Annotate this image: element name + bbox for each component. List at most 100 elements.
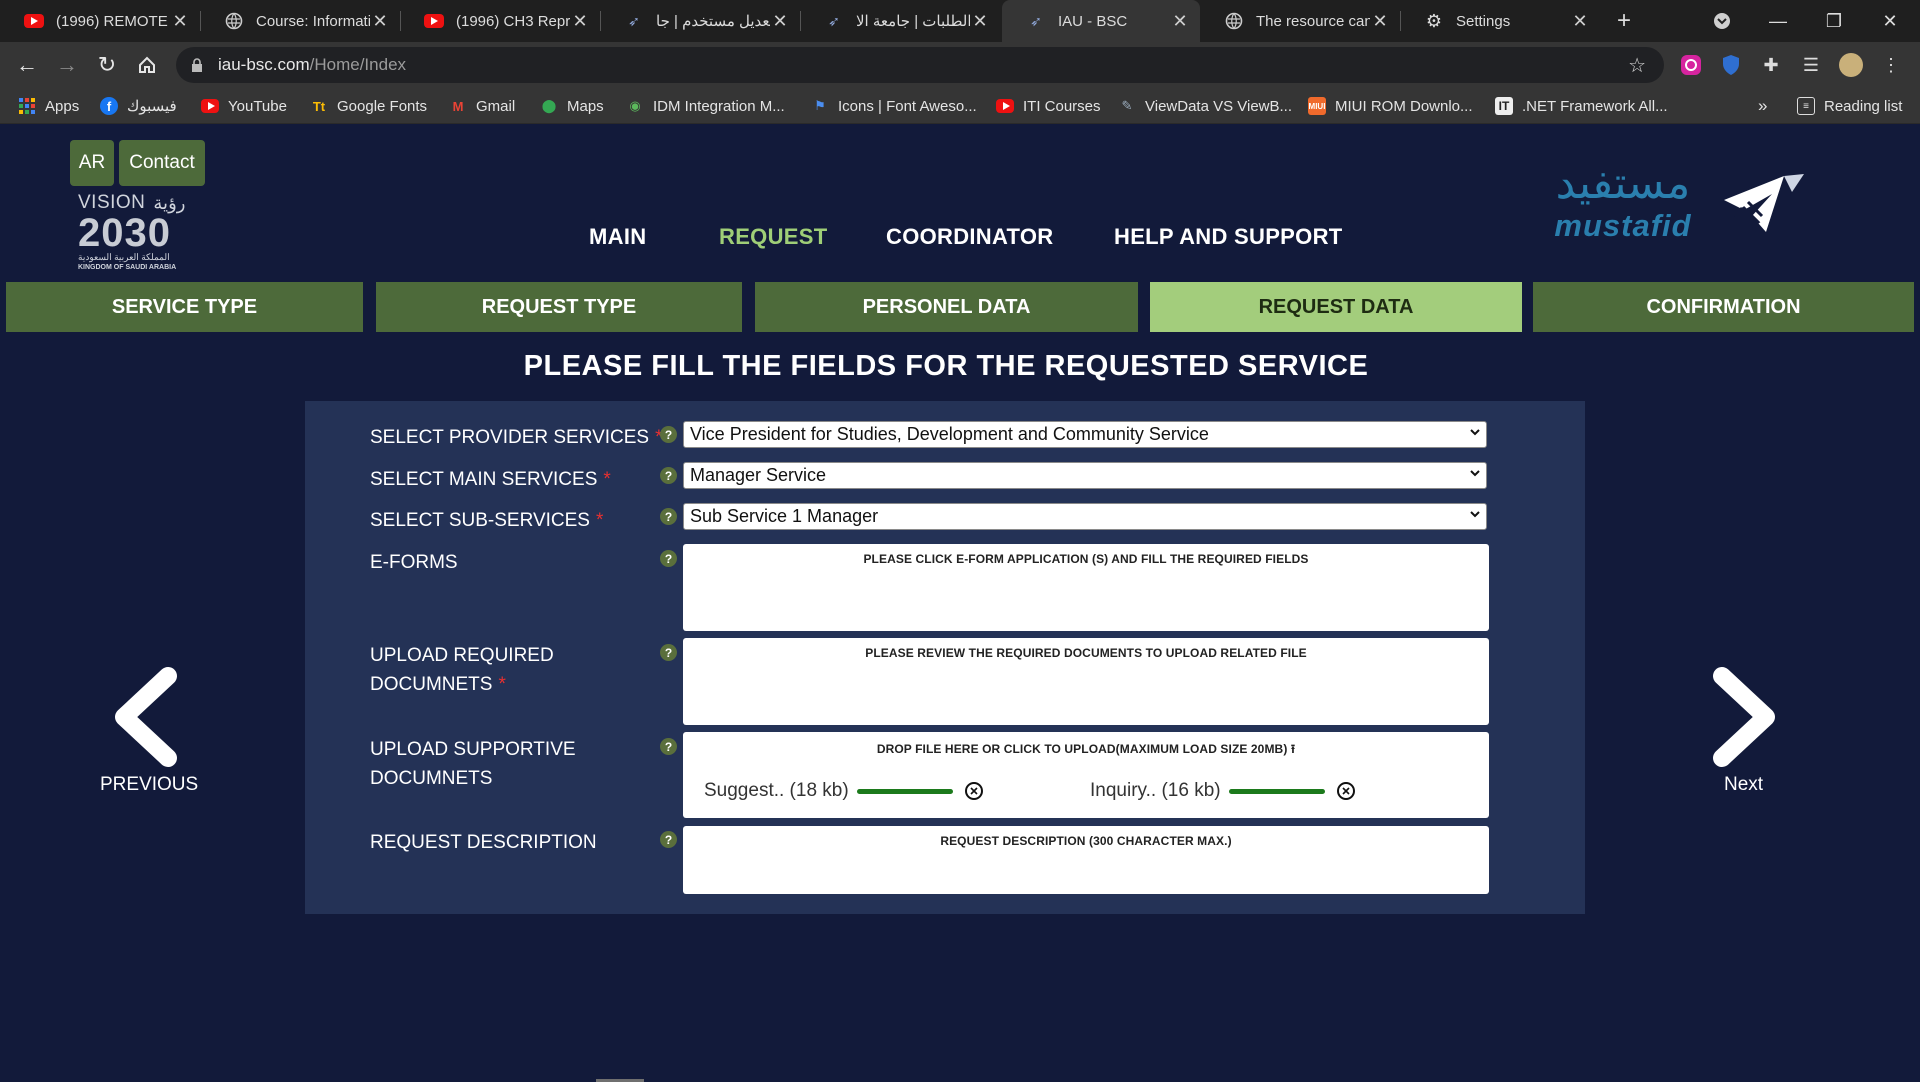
bookmark-viewdata[interactable]: ✎ ViewData VS ViewB... (1118, 88, 1292, 124)
shield-extension-icon[interactable] (1719, 53, 1743, 77)
youtube-icon (996, 97, 1014, 115)
upload-supportive-dropzone[interactable]: DROP FILE HERE OR CLICK TO UPLOAD(MAXIMU… (683, 732, 1489, 818)
nav-help-and-support[interactable]: HELP AND SUPPORT (1114, 224, 1343, 250)
close-tab-icon[interactable]: ✕ (170, 11, 190, 32)
minimize-icon[interactable]: — (1750, 0, 1806, 42)
next-chevron-icon[interactable] (1700, 662, 1790, 772)
youtube-icon (424, 11, 444, 31)
remove-file-icon[interactable] (1336, 782, 1355, 800)
sub-services-label: SELECT SUB-SERVICES * (370, 510, 604, 531)
eforms-box[interactable]: PLEASE CLICK E-FORM APPLICATION (S) AND … (683, 544, 1489, 631)
forward-arrow-icon[interactable]: → (52, 50, 82, 80)
media-queue-icon[interactable]: ☰ (1799, 53, 1823, 77)
browser-tab[interactable]: ➶ تعديل مستخدم | جا ✕ (600, 0, 800, 42)
instagram-extension-icon[interactable] (1679, 53, 1703, 77)
iau-icon: ➶ (828, 12, 840, 29)
help-icon[interactable]: ? (660, 550, 677, 567)
sub-services-select[interactable]: Sub Service 1 Manager (683, 503, 1487, 530)
bookmark-apps[interactable]: Apps (18, 88, 79, 124)
nav-main[interactable]: MAIN (589, 224, 646, 250)
close-tab-icon[interactable]: ✕ (570, 11, 590, 32)
page-content: AR Contact VISION رؤية 2030 المملكة العر… (0, 124, 1920, 1082)
bookmark-maps[interactable]: ⬤ Maps (540, 88, 604, 124)
request-description-label: REQUEST DESCRIPTION (370, 832, 597, 853)
browser-tab[interactable]: The resource cann ✕ (1200, 0, 1400, 42)
menu-kebab-icon[interactable]: ⋮ (1879, 53, 1903, 77)
new-tab-icon[interactable]: + (1596, 0, 1652, 42)
bookmark-google-fonts[interactable]: Tt Google Fonts (310, 88, 427, 124)
idm-icon: ◉ (629, 98, 641, 113)
upload-icon: ⭱ (1290, 742, 1296, 756)
step-request-data[interactable]: REQUEST DATA (1150, 282, 1522, 332)
close-tab-icon[interactable]: ✕ (370, 11, 390, 32)
lang-toggle-button[interactable]: AR (70, 140, 114, 186)
help-icon[interactable]: ? (660, 467, 677, 484)
request-description-textarea[interactable]: REQUEST DESCRIPTION (300 CHARACTER MAX.) (683, 826, 1489, 894)
close-tab-icon[interactable]: ✕ (1570, 11, 1590, 32)
step-personel-data[interactable]: PERSONEL DATA (755, 282, 1138, 332)
close-tab-icon[interactable]: ✕ (1170, 11, 1190, 32)
help-icon[interactable]: ? (660, 644, 677, 661)
browser-tab[interactable]: (1996) REMOTE SE ✕ (0, 0, 200, 42)
reload-icon[interactable]: ↻ (92, 50, 122, 80)
nav-request[interactable]: REQUEST (719, 224, 827, 250)
bookmark-font-awesome[interactable]: ⚑ Icons | Font Aweso... (811, 88, 977, 124)
previous-button[interactable]: PREVIOUS (100, 774, 198, 796)
bookmark-youtube[interactable]: YouTube (201, 88, 287, 124)
next-button[interactable]: Next (1724, 774, 1763, 796)
close-window-icon[interactable]: ✕ (1862, 0, 1918, 42)
address-bar[interactable]: iau-bsc.com/Home/Index ☆ (176, 47, 1664, 83)
browser-tab[interactable]: Course: Informatio ✕ (200, 0, 400, 42)
main-services-select[interactable]: Manager Service (683, 462, 1487, 489)
browser-tab[interactable]: ➶ الطلبات | جامعة الا ✕ (800, 0, 1000, 42)
step-confirmation[interactable]: CONFIRMATION (1533, 282, 1914, 332)
gear-icon: ⚙ (1425, 10, 1443, 31)
bookmark-facebook[interactable]: f فيسبوك (100, 88, 177, 124)
bookmark-idm[interactable]: ◉ IDM Integration M... (626, 88, 784, 124)
profile-avatar[interactable] (1839, 53, 1863, 77)
restore-icon[interactable]: ❐ (1806, 0, 1862, 42)
back-arrow-icon[interactable]: ← (12, 50, 42, 80)
close-tab-icon[interactable]: ✕ (1370, 11, 1390, 32)
nav-coordinator[interactable]: COORDINATOR (886, 224, 1053, 250)
browser-toolbar: ← → ↻ iau-bsc.com/Home/Index ☆ ✚ ☰ ⋮ (0, 42, 1920, 88)
upload-supportive-label: UPLOAD SUPPORTIVE DOCUMNETS (370, 739, 576, 789)
bookmark-iti-courses[interactable]: ITI Courses (996, 88, 1101, 124)
help-icon[interactable]: ? (660, 831, 677, 848)
provider-services-select[interactable]: Vice President for Studies, Development … (683, 421, 1487, 448)
contact-button[interactable]: Contact (119, 140, 205, 186)
iau-icon: ➶ (628, 12, 640, 29)
mustafid-emblem-icon (1724, 174, 1804, 232)
remove-file-icon[interactable] (964, 782, 983, 800)
chevron-down-icon (1470, 470, 1480, 477)
bookmark-gmail[interactable]: M Gmail (449, 88, 516, 124)
step-service-type[interactable]: SERVICE TYPE (6, 282, 363, 332)
upload-required-label: UPLOAD REQUIRED DOCUMNETS * (370, 645, 554, 695)
uploaded-file: Suggest.. (18 kb) (704, 780, 983, 802)
page-heading: PLEASE FILL THE FIELDS FOR THE REQUESTED… (523, 350, 1369, 382)
browser-tab-active[interactable]: ➶ IAU - BSC ✕ (1002, 0, 1200, 42)
bookmark-miui[interactable]: MIUI MIUI ROM Downlo... (1308, 88, 1473, 124)
maps-pin-icon: ⬤ (541, 98, 557, 113)
puzzle-extensions-icon[interactable]: ✚ (1759, 53, 1783, 77)
vision-2030-logo: VISION رؤية 2030 المملكة العربية السعودي… (78, 192, 186, 271)
previous-chevron-icon[interactable] (100, 662, 190, 772)
bookmark-star-icon[interactable]: ☆ (1628, 53, 1646, 78)
home-icon[interactable] (132, 50, 162, 80)
help-icon[interactable]: ? (660, 738, 677, 755)
browser-tab[interactable]: (1996) CH3 Repre ✕ (400, 0, 600, 42)
close-tab-icon[interactable]: ✕ (970, 11, 990, 32)
tab-search-icon[interactable] (1694, 0, 1750, 42)
bookmark-dotnet[interactable]: IT .NET Framework All... (1495, 88, 1668, 124)
url-text: iau-bsc.com/Home/Index (218, 55, 407, 74)
reading-list[interactable]: ≡ Reading list (1797, 88, 1902, 124)
close-tab-icon[interactable]: ✕ (770, 11, 790, 32)
help-icon[interactable]: ? (660, 426, 677, 443)
globe-icon (224, 11, 244, 31)
help-icon[interactable]: ? (660, 508, 677, 525)
step-request-type[interactable]: REQUEST TYPE (376, 282, 742, 332)
bookmarks-bar: Apps f فيسبوك YouTube Tt Google Fonts M Gma… (0, 88, 1920, 124)
browser-tab[interactable]: ⚙ Settings ✕ (1400, 0, 1600, 42)
upload-required-box[interactable]: PLEASE REVIEW THE REQUIRED DOCUMENTS TO … (683, 638, 1489, 725)
bookmarks-overflow-chevron[interactable]: » (1758, 88, 1767, 124)
